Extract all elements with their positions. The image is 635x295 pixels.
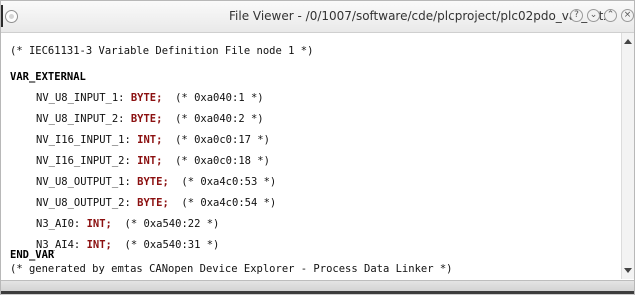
status-bar-edge xyxy=(1,291,634,294)
minimize-icon[interactable]: ⌄ xyxy=(587,9,600,22)
scroll-down-icon[interactable] xyxy=(624,268,632,273)
variable-name: NV_U8_OUTPUT_2: xyxy=(36,197,131,209)
variable-type: INT; xyxy=(86,239,112,251)
variable-line: NV_U8_OUTPUT_2: BYTE; (* 0xa4c0:54 *) xyxy=(36,197,276,209)
variable-line: NV_U8_INPUT_1: BYTE; (* 0xa040:1 *) xyxy=(36,92,264,104)
variable-line: NV_I16_INPUT_1: INT; (* 0xa0c0:17 *) xyxy=(36,134,270,146)
file-viewer-window: File Viewer - /0/1007/software/cde/plcpr… xyxy=(0,0,635,295)
variable-name: NV_I16_INPUT_2: xyxy=(36,155,131,167)
variable-type: BYTE; xyxy=(137,197,169,209)
maximize-icon[interactable]: ⌃ xyxy=(604,9,617,22)
window-title: File Viewer - /0/1007/software/cde/plcpr… xyxy=(229,9,616,23)
help-icon[interactable]: ? xyxy=(570,9,583,22)
variable-address: (* 0xa540:31 *) xyxy=(124,239,220,251)
end-var-keyword: END_VAR xyxy=(10,249,55,261)
header-comment: (* IEC61131-3 Variable Definition File n… xyxy=(10,45,314,57)
variable-name: N3_AI0: xyxy=(36,218,81,230)
variable-line: NV_I16_INPUT_2: INT; (* 0xa0c0:18 *) xyxy=(36,155,270,167)
variable-name: NV_U8_INPUT_2: xyxy=(36,113,125,125)
scroll-up-icon[interactable] xyxy=(624,39,632,44)
variable-type: BYTE; xyxy=(130,92,163,104)
window-edge-marker xyxy=(1,5,3,27)
variable-address: (* 0xa540:22 *) xyxy=(124,218,220,230)
variable-type: INT; xyxy=(86,218,112,230)
variable-type: BYTE; xyxy=(130,113,163,125)
variable-name: NV_U8_INPUT_1: xyxy=(36,92,125,104)
variable-line: N3_AI4: INT; (* 0xa540:31 *) xyxy=(36,239,219,251)
title-bar[interactable]: File Viewer - /0/1007/software/cde/plcpr… xyxy=(1,1,634,33)
variable-name: NV_I16_INPUT_1: xyxy=(36,134,131,146)
app-icon[interactable] xyxy=(5,10,18,23)
var-external-keyword: VAR_EXTERNAL xyxy=(10,71,86,83)
variable-address: (* 0xa4c0:54 *) xyxy=(181,197,277,209)
variable-type: INT; xyxy=(137,134,163,146)
variable-address: (* 0xa4c0:53 *) xyxy=(181,176,277,188)
variable-name: NV_U8_OUTPUT_1: xyxy=(36,176,131,188)
file-content-area[interactable]: (* IEC61131-3 Variable Definition File n… xyxy=(2,33,620,279)
footer-comment: (* generated by emtas CANopen Device Exp… xyxy=(10,263,453,275)
variable-line: NV_U8_OUTPUT_1: BYTE; (* 0xa4c0:53 *) xyxy=(36,176,276,188)
variable-type: BYTE; xyxy=(137,176,169,188)
variable-address: (* 0xa040:1 *) xyxy=(175,92,264,104)
vertical-scrollbar[interactable] xyxy=(621,33,634,279)
variable-address: (* 0xa0c0:18 *) xyxy=(175,155,270,167)
variable-address: (* 0xa0c0:17 *) xyxy=(175,134,270,146)
variable-line: NV_U8_INPUT_2: BYTE; (* 0xa040:2 *) xyxy=(36,113,264,125)
variable-type: INT; xyxy=(137,155,163,167)
variable-line: N3_AI0: INT; (* 0xa540:22 *) xyxy=(36,218,219,230)
close-icon[interactable]: × xyxy=(621,9,634,22)
variable-address: (* 0xa040:2 *) xyxy=(175,113,264,125)
